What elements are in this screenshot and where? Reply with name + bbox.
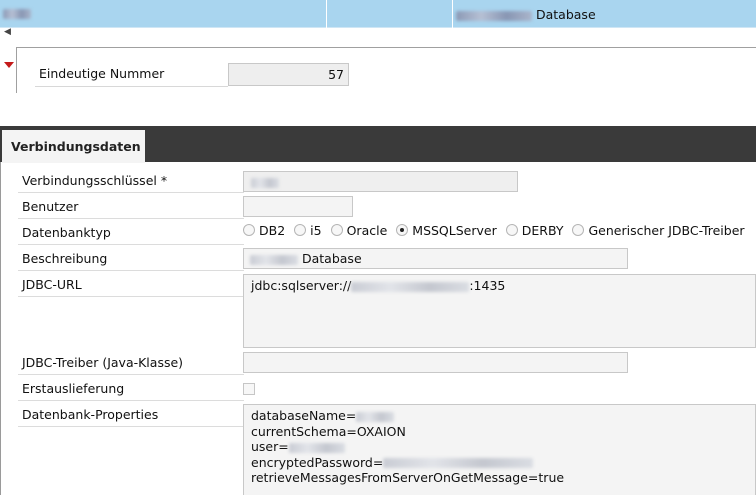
radio-dot-selected-icon: [396, 224, 409, 236]
radio-derby[interactable]: DERBY: [505, 222, 564, 238]
radio-db2-label: DB2: [259, 222, 286, 238]
radio-derby-label: DERBY: [521, 222, 564, 238]
first-delivery-label: Erstauslieferung: [18, 378, 244, 401]
user-label: Benutzer: [18, 196, 244, 219]
radio-i5[interactable]: i5: [294, 222, 322, 238]
unique-number-label: Eindeutige Nummer: [35, 63, 228, 87]
property-line: retrieveMessagesFromServerOnGetMessage=t…: [251, 470, 755, 486]
divider-vertical: [16, 47, 17, 93]
db-type-label: Datenbanktyp: [18, 222, 244, 245]
redacted-password: [383, 458, 534, 468]
radio-dot-icon: [572, 224, 585, 236]
description-value: Database: [301, 251, 362, 266]
redacted-description: [250, 254, 298, 265]
tab-verbindungsdaten[interactable]: Verbindungsdaten: [2, 130, 145, 163]
radio-oracle-label: Oracle: [346, 222, 388, 238]
property-retrieve-messages: retrieveMessagesFromServerOnGetMessage=t…: [251, 470, 565, 485]
radio-generic-jdbc-label: Generischer JDBC-Treiber: [588, 222, 745, 238]
driver-label: JDBC-Treiber (Java-Klasse): [18, 352, 244, 375]
record-cell-empty[interactable]: [326, 0, 452, 28]
property-line: encryptedPassword=: [251, 455, 755, 471]
radio-dot-icon: [330, 224, 343, 236]
property-line: databaseName=: [251, 408, 755, 424]
record-description-label: Database: [535, 7, 596, 22]
connection-key-label: Verbindungsschlüssel *: [18, 170, 244, 193]
divider: [16, 47, 756, 48]
property-encrypted-password: encryptedPassword=: [251, 454, 384, 470]
radio-mssqlserver-label: MSSQLServer: [412, 222, 497, 238]
description-label: Beschreibung: [18, 248, 244, 271]
user-field[interactable]: [243, 196, 353, 217]
radio-oracle[interactable]: Oracle: [330, 222, 388, 238]
redacted-key: [251, 178, 279, 188]
jdbc-url-label: JDBC-URL: [18, 274, 244, 297]
jdbc-url-field[interactable]: jdbc:sqlserver:// :1435: [243, 274, 756, 348]
tab-bar: Verbindungsdaten: [0, 126, 756, 163]
record-cell-description[interactable]: Database: [452, 0, 756, 28]
property-user: user=: [251, 439, 289, 454]
property-current-schema: currentSchema=OXAION: [251, 423, 406, 439]
collapse-marker-icon[interactable]: [4, 62, 14, 68]
radio-mssqlserver[interactable]: MSSQLServer: [396, 222, 497, 238]
redacted-code: [3, 9, 31, 19]
scroll-left-icon[interactable]: ◀: [4, 27, 11, 37]
redacted-db-name: [356, 411, 395, 422]
redacted-text: [456, 10, 532, 21]
record-cell-code[interactable]: [0, 0, 326, 28]
driver-field[interactable]: [243, 352, 628, 373]
redacted-host: [351, 281, 470, 292]
property-line: currentSchema=OXAION: [251, 424, 755, 440]
property-line: user=: [251, 439, 755, 455]
redacted-user: [288, 442, 345, 453]
radio-i5-label: i5: [310, 222, 322, 238]
db-properties-label: Datenbank-Properties: [18, 404, 244, 427]
connection-key-field: [243, 171, 518, 192]
jdbc-url-prefix: jdbc:sqlserver://: [251, 278, 352, 293]
property-database-name: databaseName=: [251, 408, 357, 423]
db-type-radio-group: DB2 i5 Oracle MSSQLServer DERBY Generisc…: [243, 220, 754, 240]
jdbc-url-port: :1435: [469, 278, 506, 293]
radio-dot-icon: [505, 224, 518, 236]
selected-record-row[interactable]: Database: [0, 0, 756, 28]
radio-dot-icon: [294, 224, 307, 236]
unique-number-field: 57: [228, 63, 349, 86]
radio-dot-icon: [243, 224, 255, 236]
db-properties-field[interactable]: databaseName= currentSchema=OXAION user=…: [243, 404, 756, 495]
first-delivery-checkbox[interactable]: [243, 383, 255, 395]
radio-generic-jdbc[interactable]: Generischer JDBC-Treiber: [572, 222, 745, 238]
description-field[interactable]: Database: [243, 248, 628, 269]
radio-db2[interactable]: DB2: [243, 223, 285, 238]
